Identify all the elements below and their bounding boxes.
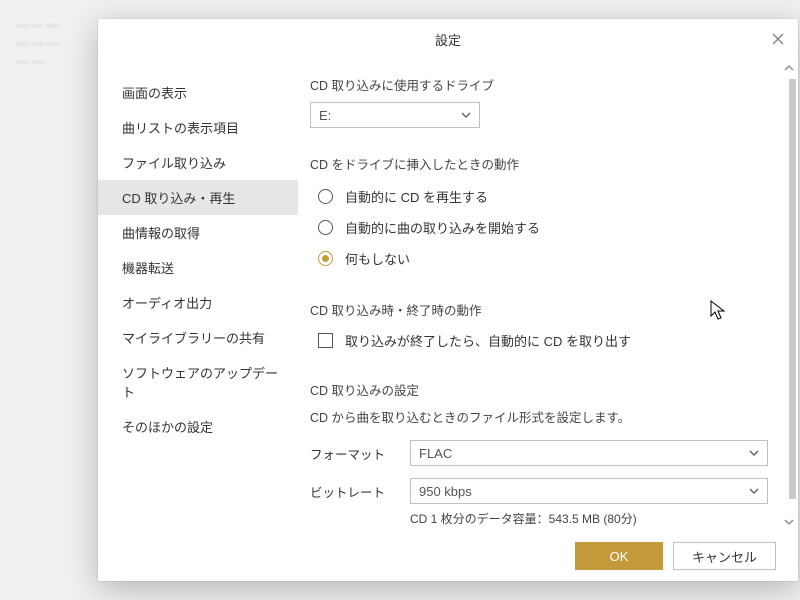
scroll-down-icon[interactable] (782, 515, 796, 529)
sidebar-item-1[interactable]: 曲リストの表示項目 (98, 110, 298, 145)
section-drive: CD 取り込みに使用するドライブ E: (310, 75, 768, 128)
format-label: フォーマット (310, 444, 410, 463)
cancel-button[interactable]: キャンセル (673, 542, 776, 570)
insert-option-row-0: 自動的に CD を再生する (310, 181, 768, 212)
sidebar-item-4[interactable]: 曲情報の取得 (98, 215, 298, 250)
section-insert-action: CD をドライブに挿入したときの動作 自動的に CD を再生する自動的に曲の取り… (310, 154, 768, 274)
insert-option-radio-1[interactable] (318, 220, 333, 235)
sidebar-item-7[interactable]: マイライブラリーの共有 (98, 320, 298, 355)
sidebar-item-5[interactable]: 機器転送 (98, 250, 298, 285)
close-button[interactable] (764, 25, 792, 53)
section-title-ripsettings: CD 取り込みの設定 (310, 380, 768, 399)
drive-select[interactable]: E: (310, 102, 480, 128)
auto-eject-checkbox[interactable] (318, 333, 333, 348)
auto-eject-label: 取り込みが終了したら、自動的に CD を取り出す (345, 331, 631, 350)
sidebar-item-2[interactable]: ファイル取り込み (98, 145, 298, 180)
sidebar-item-6[interactable]: オーディオ出力 (98, 285, 298, 320)
dialog-footer: OK キャンセル (98, 531, 798, 581)
scrollbar-thumb[interactable] (789, 79, 796, 499)
dialog-titlebar: 設定 (98, 19, 798, 59)
insert-option-row-2: 何もしない (310, 243, 768, 274)
insert-option-radio-2[interactable] (318, 251, 333, 266)
insert-option-label-2: 何もしない (345, 249, 410, 268)
format-select-value: FLAC (419, 446, 452, 461)
insert-option-row-1: 自動的に曲の取り込みを開始する (310, 212, 768, 243)
chevron-down-icon (749, 486, 759, 496)
insert-option-label-0: 自動的に CD を再生する (345, 187, 488, 206)
chevron-down-icon (461, 110, 471, 120)
section-title-insert: CD をドライブに挿入したときの動作 (310, 154, 768, 173)
close-icon (771, 32, 785, 46)
drive-select-value: E: (319, 108, 331, 123)
chevron-down-icon (749, 448, 759, 458)
bitrate-select-value: 950 kbps (419, 484, 472, 499)
sidebar-item-3[interactable]: CD 取り込み・再生 (98, 180, 298, 215)
insert-option-label-1: 自動的に曲の取り込みを開始する (345, 218, 540, 237)
settings-main: CD 取り込みに使用するドライブ E: CD をドライブに挿入したときの動作 自… (298, 59, 798, 531)
section-rip-end: CD 取り込み時・終了時の動作 取り込みが終了したら、自動的に CD を取り出す (310, 300, 768, 354)
format-select[interactable]: FLAC (410, 440, 768, 466)
sidebar-item-8[interactable]: ソフトウェアのアップデート (98, 355, 298, 409)
capacity-hint: CD 1 枚分のデータ容量：543.5 MB (80分) (410, 510, 768, 529)
dialog-title: 設定 (435, 30, 461, 49)
section-title-ripend: CD 取り込み時・終了時の動作 (310, 300, 768, 319)
bitrate-label: ビットレート (310, 482, 410, 501)
insert-option-radio-0[interactable] (318, 189, 333, 204)
sidebar-item-9[interactable]: そのほかの設定 (98, 409, 298, 444)
settings-dialog: 設定 画面の表示曲リストの表示項目ファイル取り込みCD 取り込み・再生曲情報の取… (98, 19, 798, 581)
rip-settings-desc: CD から曲を取り込むときのファイル形式を設定します。 (310, 407, 768, 426)
scroll-up-icon[interactable] (782, 61, 796, 75)
section-rip-settings: CD 取り込みの設定 CD から曲を取り込むときのファイル形式を設定します。 フ… (310, 380, 768, 531)
sidebar-item-0[interactable]: 画面の表示 (98, 75, 298, 110)
section-title-drive: CD 取り込みに使用するドライブ (310, 75, 768, 94)
bitrate-select[interactable]: 950 kbps (410, 478, 768, 504)
settings-sidebar: 画面の表示曲リストの表示項目ファイル取り込みCD 取り込み・再生曲情報の取得機器… (98, 59, 298, 531)
ok-button[interactable]: OK (575, 542, 663, 570)
